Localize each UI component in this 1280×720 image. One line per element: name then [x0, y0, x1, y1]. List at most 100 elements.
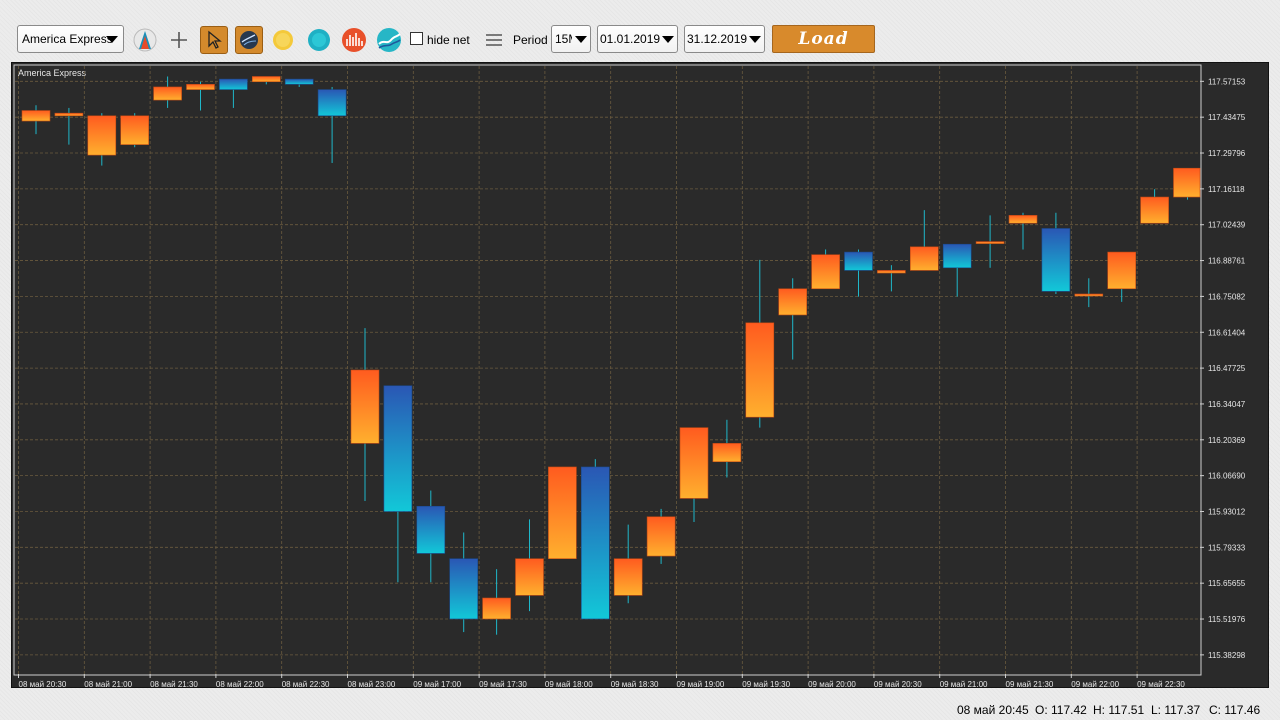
x-tick-label: 09 май 19:30: [742, 680, 790, 687]
candle-down: [284, 78, 314, 87]
candle-body: [1074, 293, 1104, 297]
candle-body: [646, 516, 676, 557]
y-tick-label: 116.47725: [1208, 364, 1246, 373]
candle-body: [449, 558, 479, 620]
candle-body: [877, 270, 906, 274]
candle-body: [284, 78, 314, 85]
candlestick-chart: America Express 117.57153 117.43475 117.29…: [13, 64, 1246, 687]
y-tick-label: 117.02439: [1208, 221, 1246, 230]
candle-up: [120, 113, 149, 148]
symbol-select-value: America Express: [22, 32, 113, 46]
candle-down: [449, 532, 479, 633]
candle-body: [153, 86, 182, 101]
candle-body: [186, 84, 215, 90]
y-tick-label: 117.29796: [1208, 149, 1246, 158]
candle-body: [778, 288, 808, 316]
candle-up: [21, 105, 51, 135]
y-tick-label: 117.43475: [1208, 113, 1246, 122]
menu-button[interactable]: [480, 26, 508, 54]
period-select[interactable]: 15M: [551, 25, 591, 53]
chart-style-icon: [133, 28, 157, 52]
chevron-down-icon: [662, 36, 674, 43]
candle-up: [1074, 278, 1104, 308]
candle-up: [1140, 189, 1169, 224]
x-axis-labels: 08 май 20:30 08 май 21:00 08 май 21:30 08 м…: [18, 674, 1185, 687]
candle-body: [219, 78, 248, 90]
candle-body: [416, 505, 446, 554]
candle-down: [942, 243, 972, 297]
chart-style-button[interactable]: [131, 26, 159, 54]
candle-up: [482, 569, 511, 635]
globe-icon: [240, 31, 258, 49]
date-to-select[interactable]: 31.12.2019: [684, 25, 765, 53]
candle-up: [1107, 251, 1136, 302]
y-tick-label: 116.06690: [1208, 472, 1246, 481]
chevron-down-icon: [106, 36, 118, 43]
candle-body: [1173, 167, 1201, 198]
status-time: 08 май 20:45: [957, 703, 1029, 717]
globe-button[interactable]: [235, 26, 263, 54]
candle-up: [1008, 212, 1038, 250]
hide-net-checkbox[interactable]: [410, 32, 423, 45]
candle-body: [383, 385, 413, 512]
candle-up: [909, 210, 939, 271]
candle-body: [679, 427, 709, 499]
symbol-select[interactable]: America Express: [17, 25, 124, 53]
chart-title: America Express: [18, 68, 87, 78]
period-select-value: 15M: [555, 32, 572, 46]
candle-up: [252, 76, 281, 85]
x-tick-label: 08 май 21:30: [150, 680, 198, 687]
crosshair-icon: [171, 32, 187, 48]
trend-line-icon: [377, 28, 401, 52]
candle-body: [580, 466, 610, 620]
status-bar: 08 май 20:45 O: 117.42 H: 117.51 L: 117.…: [0, 700, 1280, 720]
chevron-down-icon: [749, 36, 761, 43]
y-tick-label: 115.93012: [1208, 507, 1246, 516]
menu-icon: [486, 34, 502, 46]
y-tick-label: 115.38298: [1208, 651, 1246, 660]
x-tick-label: 08 май 22:30: [282, 680, 330, 687]
load-button[interactable]: Load: [772, 25, 875, 53]
equalizer-button[interactable]: [340, 26, 368, 54]
trend-line-button[interactable]: [375, 26, 403, 54]
candles: [21, 76, 1201, 635]
x-tick-label: 09 май 21:00: [940, 680, 988, 687]
cursor-button[interactable]: [200, 26, 228, 54]
y-tick-label: 116.34047: [1208, 400, 1246, 409]
y-tick-label: 115.65655: [1208, 579, 1246, 588]
x-tick-label: 09 май 22:30: [1137, 680, 1185, 687]
y-tick-label: 116.20369: [1208, 436, 1246, 445]
candle-body: [87, 115, 117, 156]
candle-body: [120, 115, 149, 145]
candle-up: [350, 328, 380, 502]
date-to-value: 31.12.2019: [687, 32, 748, 46]
candle-up: [877, 265, 906, 292]
x-tick-label: 09 май 19:00: [677, 680, 725, 687]
candle-up: [811, 249, 840, 290]
y-tick-label: 116.75082: [1208, 292, 1246, 301]
candle-down: [580, 459, 610, 620]
period-label: Period: [513, 33, 548, 47]
x-tick-label: 09 май 17:00: [413, 680, 461, 687]
chart-area[interactable]: America Express 117.57153 117.43475 117.29…: [11, 62, 1269, 688]
chevron-down-icon: [575, 36, 587, 43]
candle-body: [1008, 215, 1038, 224]
x-tick-label: 09 май 20:00: [808, 680, 856, 687]
candle-body: [745, 322, 775, 418]
x-tick-label: 09 май 18:30: [611, 680, 659, 687]
candle-body: [350, 369, 380, 444]
candle-body: [252, 76, 281, 83]
candle-body: [942, 243, 972, 269]
candle-body: [909, 246, 939, 271]
crosshair-button[interactable]: [165, 26, 193, 54]
y-axis-labels: 117.57153 117.43475 117.29796 117.16118 117.…: [1200, 77, 1246, 660]
candle-body: [1140, 196, 1169, 224]
status-low: L: 117.37: [1151, 703, 1201, 717]
candle-body: [712, 443, 742, 463]
candle-down: [383, 385, 413, 583]
candle-body: [548, 466, 577, 559]
coin-button[interactable]: [269, 26, 297, 54]
y-tick-label: 115.79333: [1208, 543, 1246, 552]
circle-button[interactable]: [305, 26, 333, 54]
date-from-select[interactable]: 01.01.2019: [597, 25, 678, 53]
